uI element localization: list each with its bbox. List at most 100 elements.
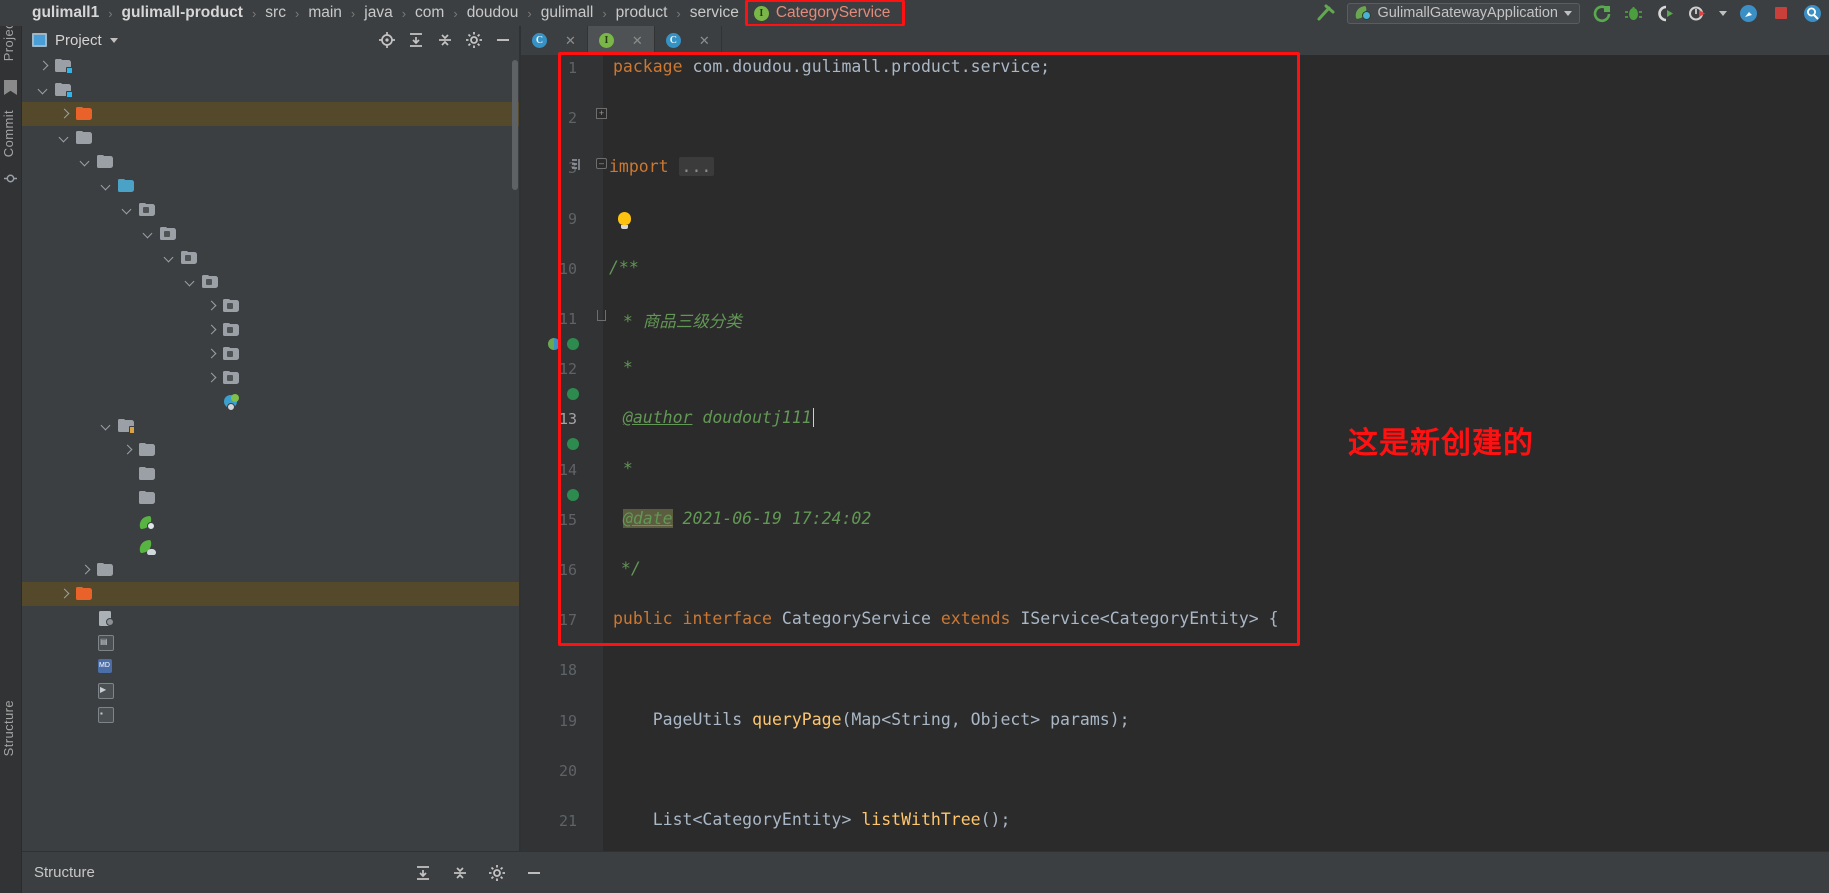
collapse-all-icon[interactable] bbox=[449, 862, 470, 883]
tree-node-controller[interactable] bbox=[22, 294, 519, 318]
bug-icon[interactable] bbox=[1623, 3, 1644, 24]
tree-node-dao[interactable] bbox=[22, 318, 519, 342]
code-line[interactable]: public interface CategoryService extends… bbox=[613, 609, 1279, 628]
chevron-down-icon[interactable] bbox=[79, 156, 92, 169]
chevron-right-icon[interactable] bbox=[58, 588, 71, 601]
implemented-by-icon[interactable] bbox=[548, 338, 560, 350]
structure-label[interactable]: Structure bbox=[34, 864, 95, 881]
editor-tab-categoryservice[interactable]: I ✕ bbox=[587, 26, 655, 55]
expand-all-icon[interactable] bbox=[412, 862, 433, 883]
gear-icon[interactable] bbox=[486, 862, 507, 883]
bookmark-icon[interactable] bbox=[4, 80, 17, 95]
editor-tab-categoryserviceimpl[interactable]: C ✕ bbox=[655, 26, 722, 55]
fold-collapse-doc-icon[interactable]: – bbox=[596, 158, 607, 169]
tree-node--gitignore[interactable] bbox=[22, 606, 519, 630]
breadcrumb-item-com[interactable]: com bbox=[413, 4, 446, 22]
close-icon[interactable]: ✕ bbox=[565, 33, 576, 49]
minus-icon[interactable] bbox=[492, 30, 513, 51]
tree-node-mvnw-cmd[interactable]: ▪ bbox=[22, 702, 519, 726]
overridden-method-icon[interactable] bbox=[567, 388, 579, 400]
chevron-right-icon[interactable] bbox=[205, 324, 218, 337]
tree-node-entity[interactable] bbox=[22, 342, 519, 366]
chevron-right-icon[interactable] bbox=[121, 444, 134, 457]
breadcrumb-item-src[interactable]: src bbox=[263, 4, 288, 22]
tree-node-test[interactable] bbox=[22, 558, 519, 582]
gear-icon[interactable] bbox=[463, 30, 484, 51]
breadcrumb-item-doudou[interactable]: doudou bbox=[465, 4, 521, 22]
code-line[interactable]: * 商品三级分类 bbox=[613, 308, 742, 332]
chevron-down-icon[interactable] bbox=[109, 37, 118, 43]
chevron-down-icon[interactable] bbox=[100, 420, 113, 433]
breadcrumb-item-java[interactable]: java bbox=[362, 4, 394, 22]
tree-node-src[interactable] bbox=[22, 126, 519, 150]
chevron-right-icon[interactable] bbox=[79, 564, 92, 577]
overridden-method-icon[interactable] bbox=[567, 338, 579, 350]
chevron-down-icon[interactable] bbox=[1719, 10, 1727, 16]
chevron-right-icon[interactable] bbox=[58, 108, 71, 121]
code-line[interactable]: package com.doudou.gulimall.product.serv… bbox=[613, 57, 1050, 76]
tree-node-product[interactable] bbox=[22, 270, 519, 294]
tree-node-gulimallproductapplication[interactable] bbox=[22, 390, 519, 414]
code-line[interactable]: List<CategoryEntity> listWithTree(); bbox=[613, 810, 1011, 829]
magnifier-icon[interactable] bbox=[1802, 3, 1823, 24]
chevron-down-icon[interactable] bbox=[184, 276, 197, 289]
code-content[interactable]: package com.doudou.gulimall.product.serv… bbox=[603, 55, 1829, 851]
tree-node--mvn[interactable] bbox=[22, 102, 519, 126]
breadcrumb-item-service[interactable]: service bbox=[688, 4, 741, 22]
tree-node-mapper[interactable] bbox=[22, 438, 519, 462]
tree-node-help-md[interactable]: MD bbox=[22, 654, 519, 678]
overridden-method-icon[interactable] bbox=[567, 489, 579, 501]
editor-tab-bar[interactable]: C ✕ I ✕ C ✕ bbox=[521, 26, 1829, 55]
breadcrumb-item-product[interactable]: product bbox=[614, 4, 670, 22]
coverage-icon[interactable] bbox=[1655, 3, 1676, 24]
tree-node-doudou[interactable] bbox=[22, 222, 519, 246]
chevron-down-icon[interactable] bbox=[58, 132, 71, 145]
tree-node-bootstrap-properties[interactable] bbox=[22, 534, 519, 558]
chevron-down-icon[interactable] bbox=[100, 180, 113, 193]
tree-node-gulimall[interactable] bbox=[22, 246, 519, 270]
close-icon[interactable]: ✕ bbox=[699, 33, 710, 49]
tree-node-mvnw[interactable]: ▶ bbox=[22, 678, 519, 702]
code-line[interactable]: @date 2021-06-19 17:24:02 bbox=[613, 508, 871, 528]
stop-square-icon[interactable] bbox=[1770, 3, 1791, 24]
tree-node-java[interactable] bbox=[22, 174, 519, 198]
editor-tab-categorycontroller[interactable]: C ✕ bbox=[521, 26, 588, 55]
target-icon[interactable] bbox=[376, 30, 397, 51]
chevron-right-icon[interactable] bbox=[205, 348, 218, 361]
code-line[interactable]: PageUtils queryPage(Map<String, Object> … bbox=[613, 710, 1130, 729]
project-panel-title[interactable]: Project bbox=[55, 32, 102, 49]
code-line[interactable]: * bbox=[613, 358, 633, 377]
code-line[interactable]: @author doudoutj111 bbox=[613, 408, 824, 428]
tree-node-gulimall-product[interactable] bbox=[22, 78, 519, 102]
breadcrumb-item-project[interactable]: gulimall1 bbox=[30, 4, 101, 22]
doc-render-icon[interactable] bbox=[571, 158, 585, 171]
code-line[interactable]: * bbox=[613, 459, 633, 478]
chevron-right-icon[interactable] bbox=[37, 60, 50, 73]
search-everywhere-icon[interactable] bbox=[1738, 3, 1759, 24]
fold-expand-imports-icon[interactable]: + bbox=[596, 108, 607, 119]
tree-node-templates[interactable] bbox=[22, 486, 519, 510]
tree-node-application-yml[interactable] bbox=[22, 510, 519, 534]
overridden-method-icon[interactable] bbox=[567, 438, 579, 450]
chevron-right-icon[interactable] bbox=[205, 372, 218, 385]
breadcrumb-item-gulimall[interactable]: gulimall bbox=[539, 4, 596, 22]
close-icon[interactable]: ✕ bbox=[632, 33, 643, 49]
tree-node-gulimall-order[interactable] bbox=[22, 54, 519, 78]
chevron-down-icon[interactable] bbox=[37, 84, 50, 97]
tree-node-main[interactable] bbox=[22, 150, 519, 174]
tree-node-service[interactable] bbox=[22, 366, 519, 390]
project-tree[interactable]: ▤ MD ▶ ▪ bbox=[22, 54, 519, 851]
chevron-right-icon[interactable] bbox=[205, 300, 218, 313]
breadcrumb-item-current-file[interactable]: I CategoryService bbox=[744, 0, 906, 27]
project-tree-scrollbar[interactable] bbox=[512, 60, 518, 190]
minus-icon[interactable] bbox=[523, 862, 544, 883]
breadcrumb-item-main[interactable]: main bbox=[306, 4, 344, 22]
tree-node-target[interactable] bbox=[22, 582, 519, 606]
expand-all-icon[interactable] bbox=[405, 30, 426, 51]
hammer-icon[interactable] bbox=[1315, 3, 1336, 24]
code-editor[interactable]: 12391011121314151617181920212223242526 p… bbox=[521, 55, 1829, 880]
code-line[interactable]: import ... bbox=[609, 157, 715, 177]
code-line[interactable]: */ bbox=[611, 559, 641, 578]
tool-window-button-commit[interactable]: Commit bbox=[1, 110, 16, 157]
commit-icon[interactable] bbox=[4, 172, 17, 185]
